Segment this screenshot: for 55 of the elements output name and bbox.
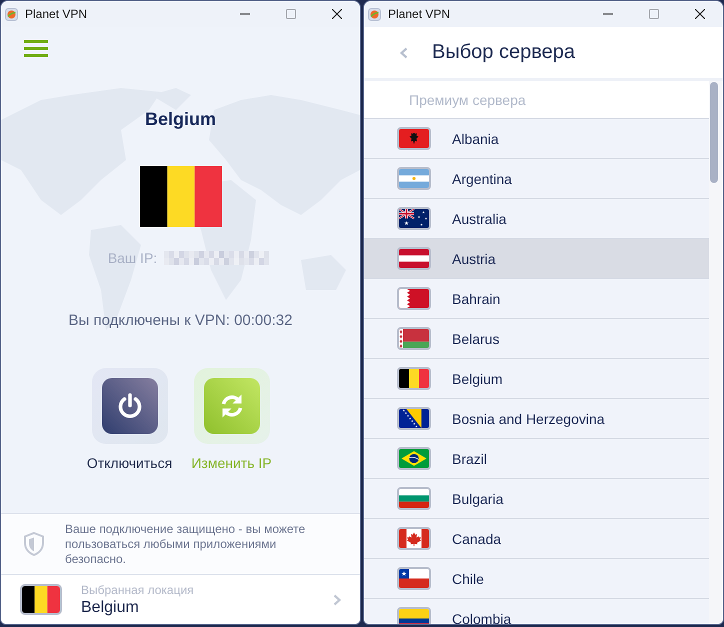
change-ip-button[interactable] xyxy=(194,368,270,444)
server-item[interactable]: Brazil xyxy=(364,439,709,479)
bosnia-flag-icon xyxy=(397,407,431,430)
scrollbar-thumb[interactable] xyxy=(710,82,718,183)
maximize-icon[interactable] xyxy=(649,9,659,19)
server-item[interactable]: Bahrain xyxy=(364,279,709,319)
maximize-icon[interactable] xyxy=(286,9,296,19)
window-title: Planet VPN xyxy=(388,7,450,21)
connection-status: Вы подключены к VPN: 00:00:32 xyxy=(68,312,292,330)
shield-icon xyxy=(22,531,46,557)
belarus-flag-icon xyxy=(397,327,431,350)
menu-icon[interactable] xyxy=(24,40,48,57)
bulgaria-flag-icon xyxy=(397,487,431,510)
chevron-right-icon xyxy=(333,594,341,606)
belgium-flag-icon xyxy=(20,584,62,615)
belgium-flag-icon xyxy=(140,166,222,227)
country-name: Belgium xyxy=(144,108,216,130)
austria-flag-icon xyxy=(397,247,431,270)
app-logo-icon xyxy=(368,8,381,20)
server-item[interactable]: Colombia xyxy=(364,599,709,624)
canada-flag-icon xyxy=(397,527,431,550)
page-title: Выбор сервера xyxy=(432,41,575,64)
server-item[interactable]: Belarus xyxy=(364,319,709,359)
refresh-icon xyxy=(204,378,260,434)
ip-label: Ваш IP: xyxy=(108,250,158,266)
location-name: Belgium xyxy=(81,598,140,616)
disconnect-label[interactable]: Отключиться xyxy=(86,455,172,472)
server-item[interactable]: Canada xyxy=(364,519,709,559)
window-title: Planet VPN xyxy=(25,7,88,21)
server-item[interactable]: Bosnia and Herzegovina xyxy=(364,399,709,439)
server-item[interactable]: Albania xyxy=(364,119,709,159)
argentina-flag-icon xyxy=(397,167,431,190)
albania-flag-icon xyxy=(397,127,431,150)
close-icon[interactable] xyxy=(695,9,705,19)
server-item[interactable]: Bulgaria xyxy=(364,479,709,519)
colombia-flag-icon xyxy=(397,607,431,624)
server-item[interactable]: Argentina xyxy=(364,159,709,199)
server-item[interactable]: Chile xyxy=(364,559,709,599)
disconnect-button[interactable] xyxy=(92,368,168,444)
close-icon[interactable] xyxy=(332,9,342,19)
brazil-flag-icon xyxy=(397,447,431,470)
australia-flag-icon xyxy=(397,207,431,230)
back-icon[interactable] xyxy=(400,46,408,58)
power-icon xyxy=(102,378,158,434)
belgium-flag-icon xyxy=(397,367,431,390)
location-caption: Выбранная локация xyxy=(81,582,194,598)
chile-flag-icon xyxy=(397,567,431,590)
server-item[interactable]: Australia xyxy=(364,199,709,239)
server-item[interactable]: Belgium xyxy=(364,359,709,399)
app-logo-icon xyxy=(5,8,18,20)
protection-notice: Ваше подключение защищено - вы можете пользоваться любыми приложениями безопасно. xyxy=(65,522,306,566)
location-panel[interactable]: Выбранная локация Belgium xyxy=(1,574,360,624)
server-item[interactable]: Austria xyxy=(364,239,709,279)
section-heading: Премиум сервера xyxy=(409,92,526,108)
bahrain-flag-icon xyxy=(397,287,431,310)
